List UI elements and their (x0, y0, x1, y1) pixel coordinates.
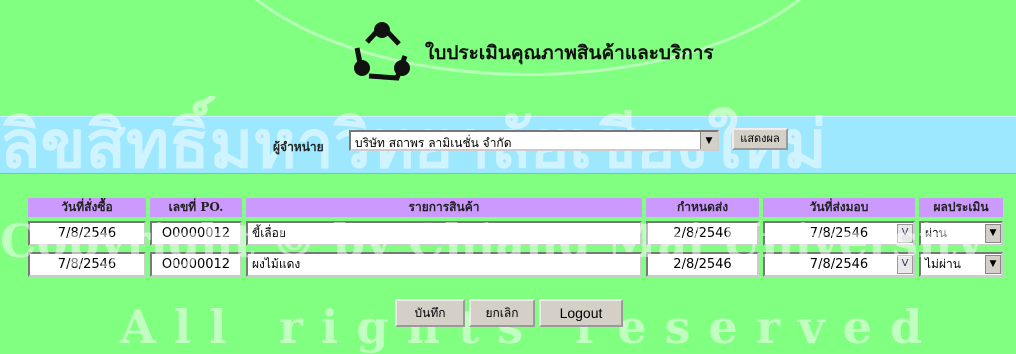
due-date-field[interactable]: 2/8/2546 (646, 221, 759, 246)
col-due: กำหนดส่ง (646, 198, 759, 217)
order-date-field[interactable]: 7/8/2546 (28, 221, 146, 246)
table-row: 7/8/2546 O0000012 ขี้เลื่อย 2/8/2546 7/8… (28, 219, 1003, 248)
po-field[interactable]: O0000012 (150, 252, 242, 277)
item-field[interactable]: ผงไม้แดง (246, 252, 642, 277)
result-value: ไม่ผ่าน (925, 257, 961, 271)
result-select[interactable]: ผ่าน ▼ (919, 221, 1003, 246)
table-row: 7/8/2546 O0000012 ผงไม้แดง 2/8/2546 7/8/… (28, 250, 1003, 279)
evaluation-table: วันที่สั่งซื้อ เลขที่ PO. รายการสินค้า ก… (24, 196, 1007, 281)
logout-button[interactable]: Logout (539, 299, 623, 327)
action-buttons: บันทึก ยกเลิก Logout (395, 299, 623, 327)
delivered-date-value: 7/8/2546 (809, 257, 869, 272)
chevron-down-icon[interactable]: ▼ (700, 132, 717, 149)
chevron-down-icon[interactable]: V (897, 255, 913, 274)
result-select[interactable]: ไม่ผ่าน ▼ (919, 252, 1003, 277)
col-order-date: วันที่สั่งซื้อ (28, 198, 146, 217)
delivered-date-value: 7/8/2546 (809, 226, 869, 241)
result-value: ผ่าน (925, 226, 947, 240)
chevron-down-icon[interactable]: V (897, 224, 913, 243)
col-po: เลขที่ PO. (150, 198, 242, 217)
save-button[interactable]: บันทึก (395, 299, 465, 327)
item-field[interactable]: ขี้เลื่อย (246, 221, 642, 246)
chevron-down-icon[interactable]: ▼ (985, 255, 1001, 274)
three-circles-logo-icon (354, 22, 410, 81)
cancel-button[interactable]: ยกเลิก (469, 299, 535, 327)
col-result: ผลประเมิน (919, 198, 1003, 217)
order-date-field[interactable]: 7/8/2546 (28, 252, 146, 277)
chevron-down-icon[interactable]: ▼ (985, 224, 1001, 243)
delivered-date-select[interactable]: 7/8/2546 V (763, 221, 915, 246)
vendor-label: ผู้จำหน่าย (273, 140, 324, 154)
show-results-button[interactable]: แสดงผล (732, 128, 788, 150)
po-field[interactable]: O0000012 (150, 221, 242, 246)
table-header-row: วันที่สั่งซื้อ เลขที่ PO. รายการสินค้า ก… (28, 198, 1003, 217)
vendor-select[interactable]: บริษัท สถาพร ลามิเนชั่น จำกัด ▼ (349, 130, 719, 151)
page-title: ใบประเมินคุณภาพสินค้าและบริการ (425, 42, 714, 64)
col-delivered: วันที่ส่งมอบ (763, 198, 915, 217)
col-item: รายการสินค้า (246, 198, 642, 217)
vendor-selected-value: บริษัท สถาพร ลามิเนชั่น จำกัด (355, 136, 512, 150)
delivered-date-select[interactable]: 7/8/2546 V (763, 252, 915, 277)
due-date-field[interactable]: 2/8/2546 (646, 252, 759, 277)
